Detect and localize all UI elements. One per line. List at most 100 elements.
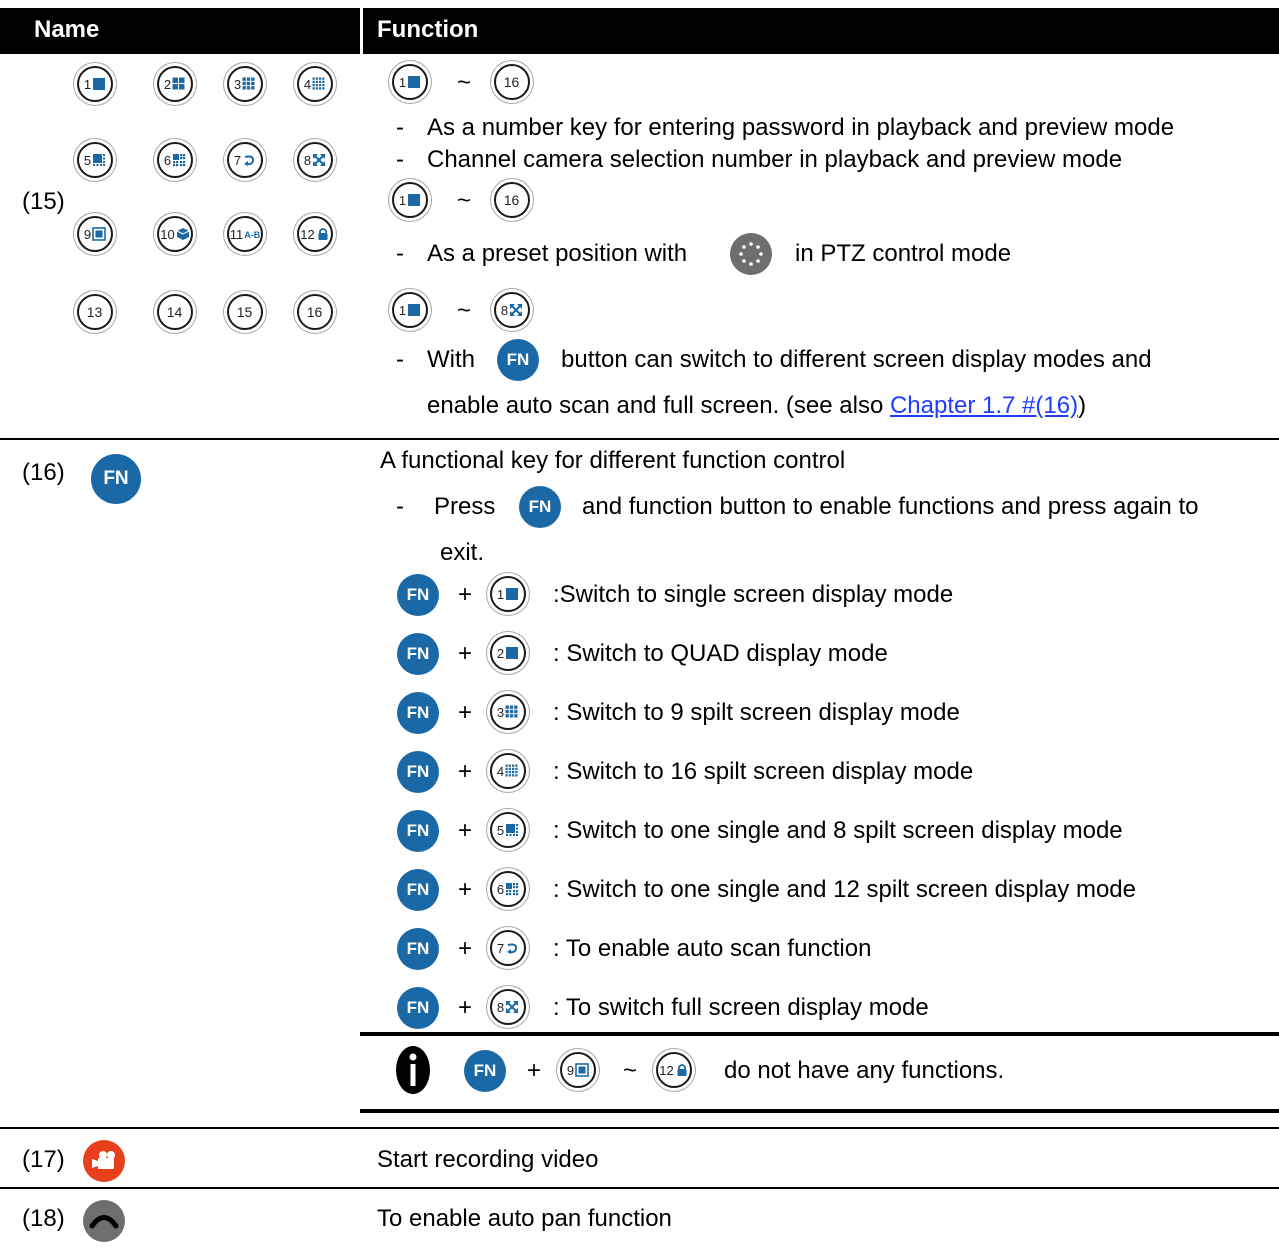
row-17-text: Start recording video [377,1146,599,1173]
quad-icon [172,77,186,91]
autoscan-icon [505,941,519,955]
key-number: 3 [496,704,505,720]
key-number: 12 [300,226,315,242]
single-icon [407,75,421,89]
dash: - [396,346,404,373]
fn-icon: FN [397,869,439,911]
key-16-icon: 16 [494,64,530,100]
key-number: 2 [163,76,172,92]
key-14-button[interactable]: 14 [157,294,193,330]
fn-icon: FN [397,928,439,970]
key-7-icon: 7 [490,930,526,966]
key-2-button[interactable]: 2 [157,66,193,102]
single-icon [505,646,519,660]
auto-pan-icon [83,1200,125,1242]
tilde: ~ [457,69,472,96]
key-9-button[interactable]: 9 [77,216,113,252]
key-6-button[interactable]: 6 [157,142,193,178]
key-1-icon: 1 [392,182,428,218]
row-divider [0,438,1279,440]
fn-combo-text: : To switch full screen display mode [553,994,929,1021]
fn-intro: A functional key for different function … [380,447,846,474]
tilde: ~ [457,297,472,324]
press-c: exit. [440,539,485,566]
press-b: and function button to enable functions … [582,493,1199,520]
single-icon [407,303,421,317]
key-16-button[interactable]: 16 [297,294,333,330]
key-number: 8 [496,999,505,1015]
key-5-button[interactable]: 5 [77,142,113,178]
key-10-button[interactable]: 10 [157,216,193,252]
key-11-button[interactable]: 11 A-B [227,216,263,252]
key-number: 4 [303,76,312,92]
line-preset-a: As a preset position with [427,240,688,267]
key-2-icon: 2 [490,635,526,671]
pip-icon [92,227,106,241]
key-number: 6 [163,152,172,168]
key-number: 9 [566,1062,575,1078]
key-number: 7 [496,940,505,956]
note-bottom-rule [360,1109,1279,1113]
fn-icon: FN [397,810,439,852]
fn-icon: FN [464,1050,506,1092]
row-18-label: (18) [22,1205,65,1232]
see-also-text: enable auto scan and full screen. (see a… [427,392,890,419]
key-1-button[interactable]: 1 [77,66,113,102]
key-8-button[interactable]: 8 [297,142,333,178]
nine-icon [505,705,519,719]
note-top-rule [360,1032,1279,1036]
key-number: 13 [86,304,103,320]
key-number: 1 [398,74,407,90]
key-number: 12 [659,1062,674,1078]
row-17-label: (17) [22,1146,65,1173]
info-icon [395,1045,431,1095]
plus: + [458,758,473,785]
key-4-button[interactable]: 4 [297,66,333,102]
autoscan-icon [242,153,256,167]
key-4-icon: 4 [490,753,526,789]
key-3-icon: 3 [490,694,526,730]
key-15-button[interactable]: 15 [227,294,263,330]
key-number: 16 [503,192,520,208]
key-12-button[interactable]: 12 [297,216,333,252]
key-8-icon: 8 [494,292,530,328]
key-number: 9 [83,226,92,242]
onesplit8-icon [92,153,106,167]
key-number: 3 [233,76,242,92]
nine-icon [242,77,256,91]
fullscreen-icon [505,1000,519,1014]
header-divider [360,8,363,54]
fn-icon: FN [397,692,439,734]
lock-icon [316,227,330,241]
cube-icon [176,227,190,241]
onesplit12-icon [505,882,519,896]
plus: + [458,640,473,667]
fn-icon: FN [397,574,439,616]
fn-icon: FN [497,339,539,381]
single-icon [407,193,421,207]
fn-icon: FN [397,987,439,1029]
key-number: 1 [496,586,505,602]
key-7-button[interactable]: 7 [227,142,263,178]
lock-icon [675,1063,689,1077]
line-see-also: enable auto scan and full screen. (see a… [427,392,1086,420]
key-number: 4 [496,763,505,779]
record-icon [83,1140,125,1182]
line-with: With [427,346,475,373]
line-preset-b: in PTZ control mode [795,240,1012,267]
key-number: 16 [503,74,520,90]
key-number: 14 [166,304,183,320]
plus: + [458,876,473,903]
table-header [0,8,1279,54]
key-1-icon: 1 [490,576,526,612]
fn-icon: FN [519,486,561,528]
row-16-label: (16) [22,459,65,486]
key-3-button[interactable]: 3 [227,66,263,102]
fn-combo-text: : Switch to one single and 12 spilt scre… [553,876,1136,903]
key-number: 10 [160,226,175,242]
key-12-icon: 12 [656,1052,692,1088]
sixteen-icon [312,77,326,91]
key-number: 15 [236,304,253,320]
chapter-link[interactable]: Chapter 1.7 #(16) [890,392,1078,419]
key-13-button[interactable]: 13 [77,294,113,330]
